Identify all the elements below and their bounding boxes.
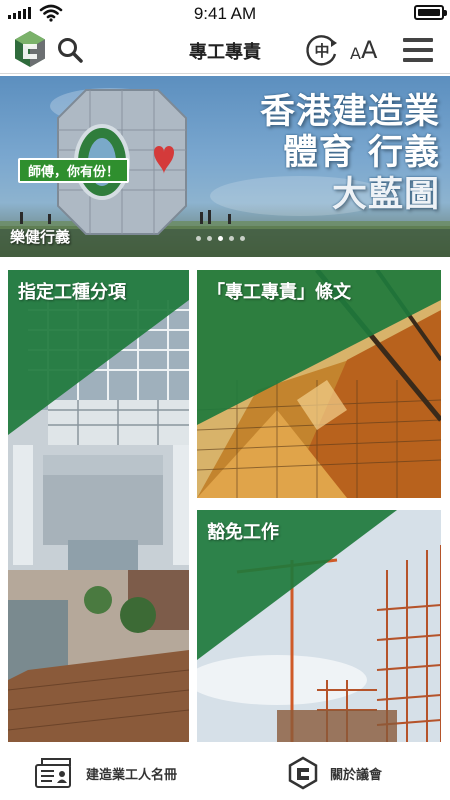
wifi-icon xyxy=(39,4,63,22)
battery-icon xyxy=(414,5,447,20)
tile-provisions-label: 「專工專責」條文 xyxy=(207,282,351,303)
carousel-indicator[interactable] xyxy=(196,236,245,241)
bottom-nav: 建造業工人名冊 關於議會 xyxy=(0,746,450,800)
carousel-dot[interactable] xyxy=(229,236,234,241)
carousel-dot-active[interactable] xyxy=(218,236,223,241)
bottom-nav-about-label: 關於議會 xyxy=(330,767,383,783)
font-size-large: A xyxy=(360,36,378,64)
banner-caption: 樂健行義 xyxy=(10,228,71,246)
font-size-small: A xyxy=(350,44,361,63)
app-header: 專工專責 中 A A xyxy=(0,27,450,74)
bottom-nav-about[interactable]: 關於議會 xyxy=(288,746,382,800)
signal-icon xyxy=(8,7,31,19)
status-time: 9:41 AM xyxy=(193,3,257,23)
language-icon[interactable]: 中 xyxy=(304,32,340,68)
council-logo-icon xyxy=(288,756,318,790)
font-size-button[interactable]: A A xyxy=(350,33,377,63)
app-screen: 9:41 AM 專工專責 中 A A 香港建造業 體育 行義 大藍圖 師傅，你有… xyxy=(0,0,450,800)
id-card-icon xyxy=(35,758,71,788)
banner-headline: 香港建造業 體育 行義 大藍圖 xyxy=(260,92,440,216)
banner-headline-line3: 大藍圖 xyxy=(331,175,440,215)
menu-icon[interactable] xyxy=(403,38,433,62)
carousel-dot[interactable] xyxy=(196,236,201,241)
carousel-dot[interactable] xyxy=(240,236,245,241)
tile-provisions-photo xyxy=(197,270,441,498)
status-bar: 9:41 AM xyxy=(0,0,450,27)
tile-exempted-work[interactable]: 豁免工作 xyxy=(197,510,441,742)
banner-headline-line1: 香港建造業 xyxy=(259,92,440,132)
tile-exempted-work-label: 豁免工作 xyxy=(207,522,279,543)
bottom-nav-registry-label: 建造業工人名冊 xyxy=(86,767,178,783)
tile-designated-trades[interactable]: 指定工種分項 xyxy=(8,270,189,742)
tile-designated-trades-photo xyxy=(8,270,189,742)
promo-banner[interactable]: 香港建造業 體育 行義 大藍圖 師傅，你有份！ 樂健行義 xyxy=(0,76,450,257)
page-title: 專工專責 xyxy=(189,42,261,63)
language-glyph: 中 xyxy=(314,42,329,60)
banner-tag: 師傅，你有份！ xyxy=(18,158,130,183)
banner-headline-line2: 體育 行義 xyxy=(282,133,440,173)
tile-provisions[interactable]: 「專工專責」條文 xyxy=(197,270,441,498)
tile-designated-trades-label: 指定工種分項 xyxy=(18,282,126,303)
carousel-dot[interactable] xyxy=(207,236,212,241)
tile-exempted-work-photo xyxy=(197,510,441,742)
bottom-nav-registry[interactable]: 建造業工人名冊 xyxy=(34,746,177,800)
